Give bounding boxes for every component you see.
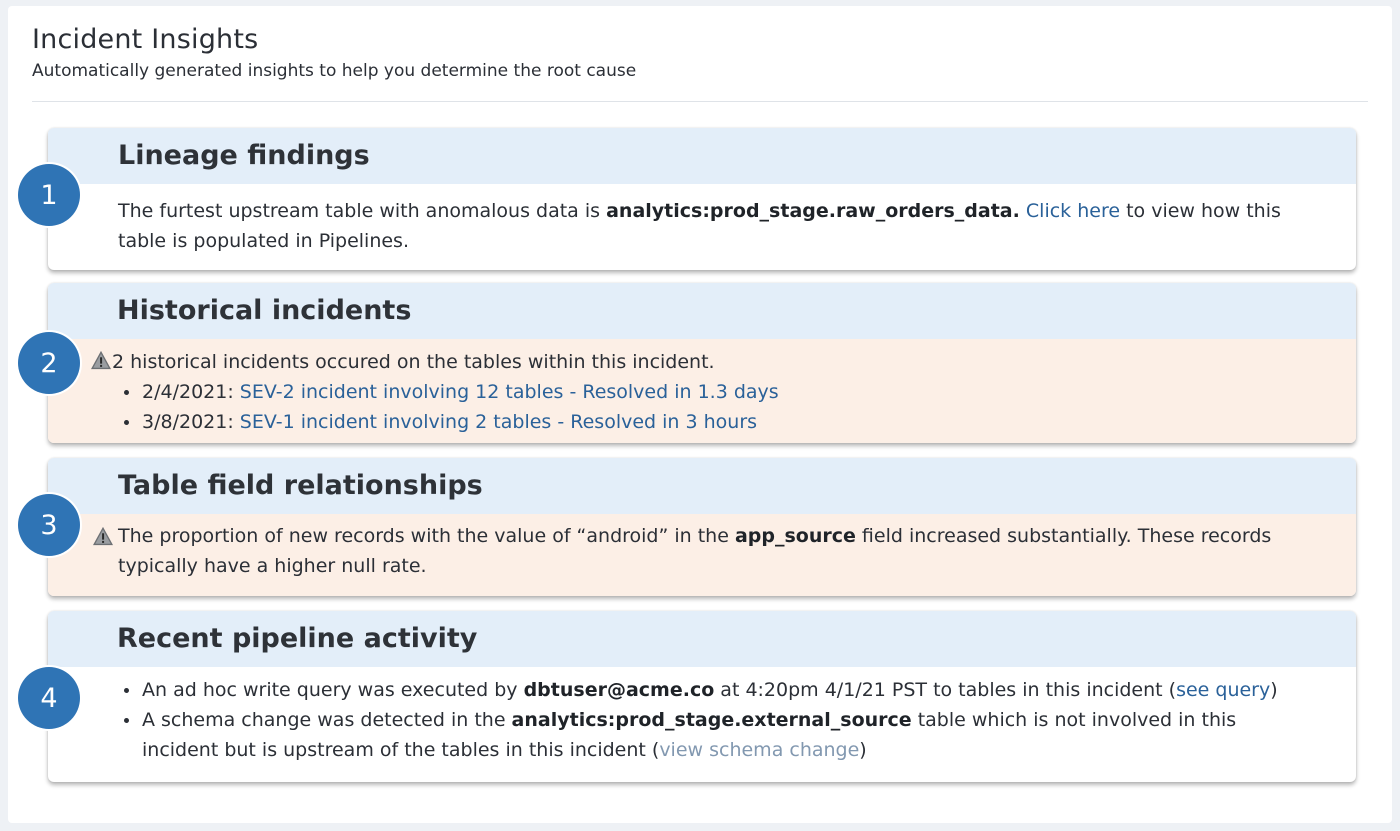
recent-pipeline-activity-card: Recent pipeline activity An ad hoc write…: [48, 611, 1356, 782]
panel-header: Incident Insights Automatically generate…: [32, 24, 1368, 102]
card-title: Historical incidents: [117, 295, 412, 326]
field-name: app_source: [734, 525, 856, 547]
lineage-text: The furtest upstream table with anomalou…: [118, 200, 607, 222]
card-body: The furtest upstream table with anomalou…: [48, 184, 1356, 256]
list-item: An ad hoc write query was executed by db…: [118, 675, 1316, 705]
step-number-4: 4: [18, 667, 80, 729]
incident-date: 2/4/2021:: [142, 381, 240, 403]
card-title: Table field relationships: [118, 470, 483, 501]
panel-subtitle: Automatically generated insights to help…: [32, 61, 637, 81]
lineage-findings-card: Lineage findings The furtest upstream ta…: [48, 128, 1356, 270]
historical-incidents-card: Historical incidents 2 historical incide…: [48, 283, 1356, 443]
card-header: Table field relationships: [48, 458, 1356, 514]
historical-summary-row: 2 historical incidents occured on the ta…: [90, 347, 1336, 377]
card-title: Recent pipeline activity: [117, 623, 478, 654]
see-query-link[interactable]: see query: [1176, 679, 1270, 701]
activity-text: ): [1270, 679, 1278, 701]
step-number-3: 3: [18, 494, 80, 556]
warning-triangle-icon: [93, 526, 113, 546]
step-number-2: 2: [18, 332, 80, 394]
step-number-1: 1: [18, 164, 80, 226]
historical-summary: 2 historical incidents occured on the ta…: [112, 351, 715, 373]
activity-text: at 4:20pm 4/1/21 PST to tables in this i…: [714, 679, 1177, 701]
relationship-text: The proportion of new records with the v…: [118, 525, 735, 547]
warning-triangle-icon: [91, 350, 111, 370]
incident-date: 3/8/2021:: [142, 411, 240, 433]
card-body: An ad hoc write query was executed by db…: [48, 667, 1356, 765]
card-header: Historical incidents: [48, 283, 1356, 339]
historical-list: 2/4/2021: SEV-2 incident involving 12 ta…: [118, 377, 1336, 437]
user-name: dbtuser@acme.co: [523, 679, 715, 701]
panel-title: Incident Insights: [32, 24, 259, 55]
activity-text: A schema change was detected in the: [142, 709, 512, 731]
card-header: Recent pipeline activity: [48, 611, 1356, 667]
activity-text: An ad hoc write query was executed by: [142, 679, 524, 701]
table-name: analytics:prod_stage.external_source: [511, 709, 912, 731]
incident-link[interactable]: SEV-2 incident involving 12 tables - Res…: [240, 381, 779, 403]
table-name: analytics:prod_stage.raw_orders_data.: [606, 200, 1020, 222]
list-item: 2/4/2021: SEV-2 incident involving 12 ta…: [118, 377, 1336, 407]
incident-link[interactable]: SEV-1 incident involving 2 tables - Reso…: [240, 411, 757, 433]
card-body-warning: 2 historical incidents occured on the ta…: [48, 339, 1356, 443]
pipeline-activity-list: An ad hoc write query was executed by db…: [118, 675, 1316, 765]
card-header: Lineage findings: [48, 128, 1356, 184]
activity-text: ): [859, 739, 867, 761]
table-field-relationships-card: Table field relationships The proportion…: [48, 458, 1356, 596]
click-here-link[interactable]: Click here: [1026, 200, 1120, 222]
card-title: Lineage findings: [118, 140, 370, 171]
view-schema-change-link[interactable]: view schema change: [659, 739, 859, 761]
list-item: A schema change was detected in the anal…: [118, 705, 1316, 765]
card-body-warning: The proportion of new records with the v…: [48, 514, 1356, 596]
list-item: 3/8/2021: SEV-1 incident involving 2 tab…: [118, 407, 1336, 437]
